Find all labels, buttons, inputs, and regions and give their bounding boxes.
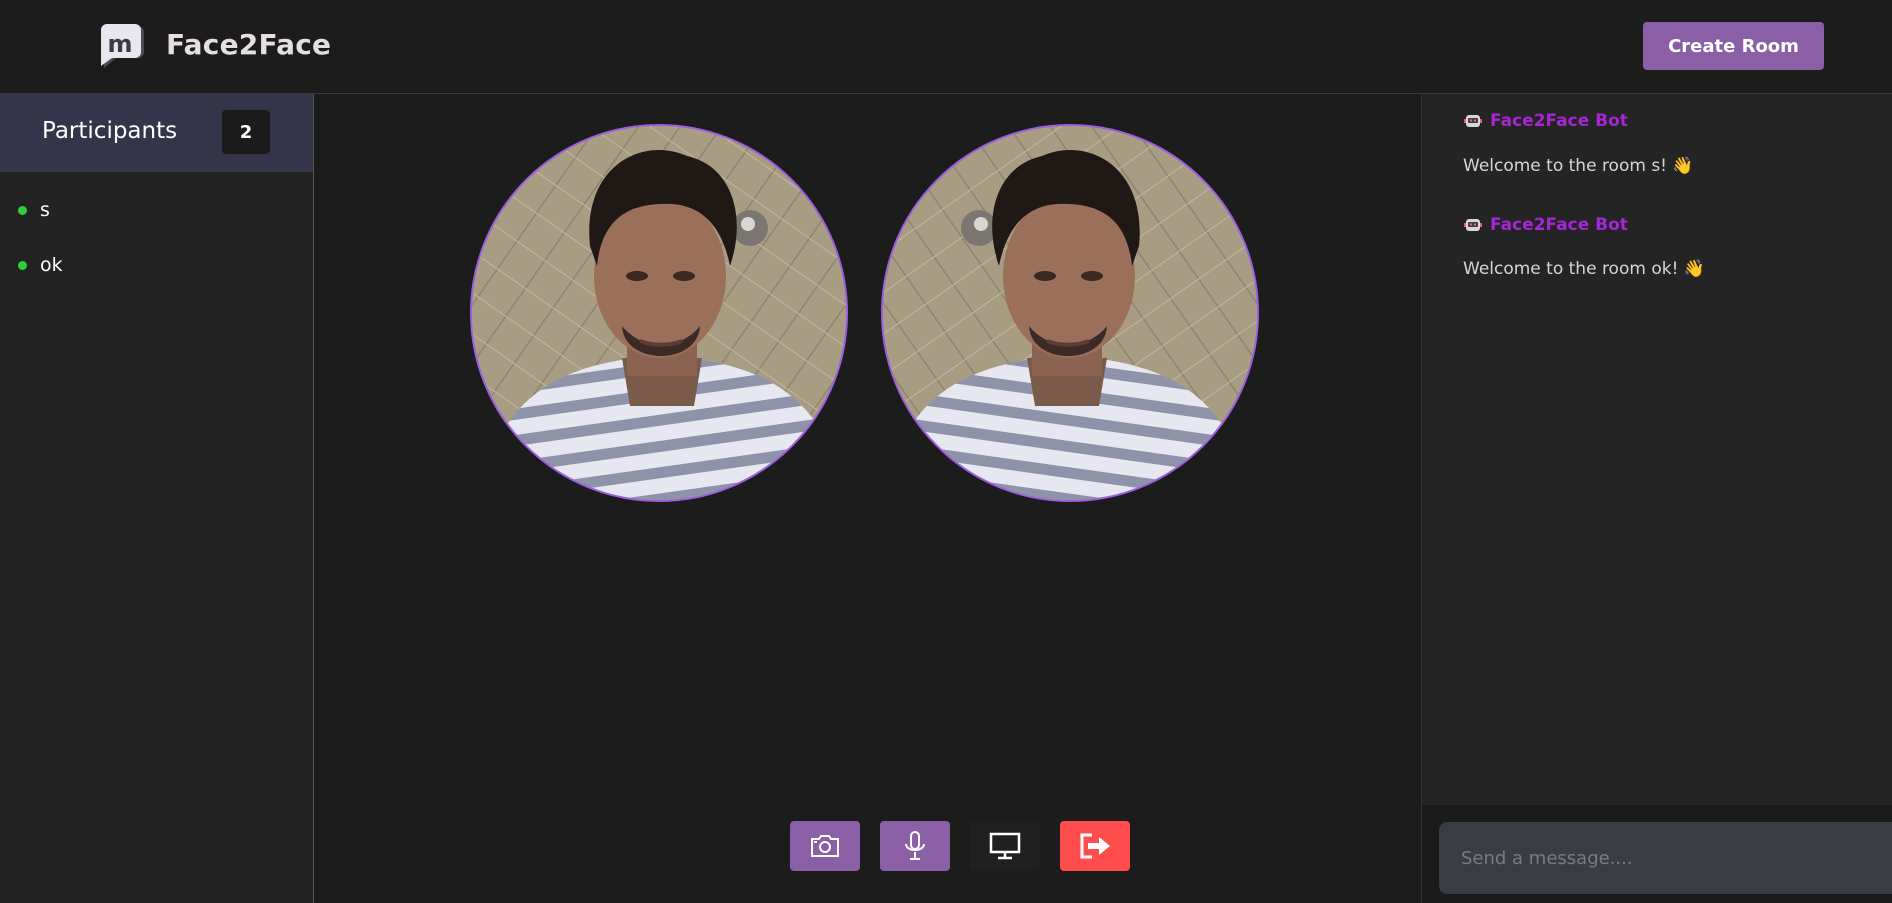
microphone-icon: [905, 831, 925, 860]
screen-share-button[interactable]: [970, 821, 1040, 871]
message-author: Face2Face Bot: [1464, 215, 1628, 235]
leave-call-button[interactable]: [1060, 821, 1130, 871]
participant-count-badge: 2: [222, 110, 270, 154]
robot-icon: [1464, 219, 1482, 231]
participant-name: ok: [40, 254, 63, 276]
online-status-dot-icon: [18, 205, 27, 215]
message-author: Face2Face Bot: [1464, 111, 1628, 131]
m-chat-bubble-logo-icon[interactable]: m: [98, 22, 145, 70]
message-text: Welcome to the room ok! 👋: [1463, 259, 1705, 279]
message-author-name: Face2Face Bot: [1490, 111, 1628, 131]
participant-item: s: [18, 195, 50, 225]
participant-name: s: [40, 199, 50, 221]
chat-panel: Face2Face Bot Welcome to the room s! 👋 F…: [1421, 94, 1892, 903]
leave-icon: [1080, 833, 1110, 859]
microphone-toggle-button[interactable]: [880, 821, 950, 871]
video-stage: [314, 94, 1420, 903]
participant-video-feed: [470, 124, 848, 502]
svg-text:m: m: [107, 30, 132, 58]
camera-icon: [811, 835, 839, 857]
chat-input-area: [1422, 805, 1892, 903]
participants-title: Participants: [42, 118, 178, 144]
message-text: Welcome to the room s! 👋: [1463, 156, 1694, 176]
participants-sidebar: Participants 2 s ok: [0, 94, 314, 903]
participant-video-feed: [881, 124, 1259, 502]
robot-icon: [1464, 115, 1482, 127]
participant-item: ok: [18, 250, 63, 280]
online-status-dot-icon: [18, 260, 27, 270]
camera-toggle-button[interactable]: [790, 821, 860, 871]
screen-share-icon: [989, 832, 1021, 860]
participants-header: Participants 2: [0, 94, 313, 172]
call-controls: [314, 821, 1420, 871]
chat-message-input[interactable]: [1439, 822, 1892, 894]
message-author-name: Face2Face Bot: [1490, 215, 1628, 235]
brand-title: Face2Face: [166, 28, 332, 61]
app-header: m Face2Face Create Room: [0, 0, 1892, 94]
create-room-button[interactable]: Create Room: [1643, 22, 1824, 70]
